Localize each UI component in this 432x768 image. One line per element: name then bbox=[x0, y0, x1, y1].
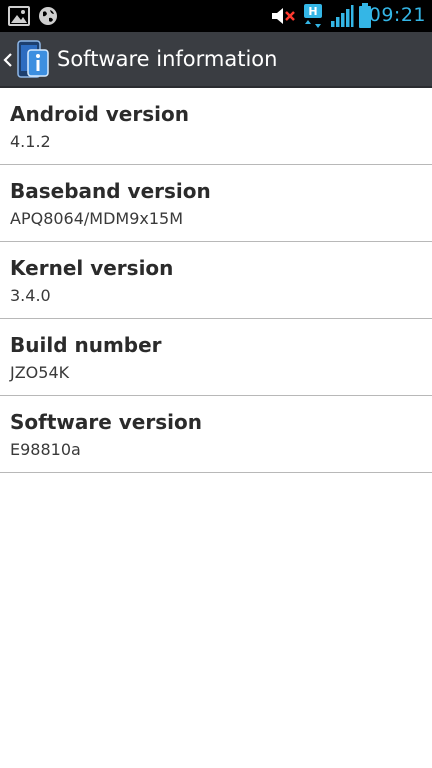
action-bar: Software information bbox=[0, 32, 432, 88]
page-title: Software information bbox=[57, 47, 278, 71]
info-device-icon bbox=[16, 40, 50, 84]
network-type-label: H bbox=[308, 5, 317, 18]
network-h-icon: H bbox=[302, 3, 324, 33]
signal-icon bbox=[330, 4, 354, 32]
item-title: Kernel version bbox=[10, 256, 174, 280]
status-bar: H 09:21 bbox=[0, 0, 432, 32]
item-value: JZO54K bbox=[10, 363, 70, 382]
gallery-icon bbox=[8, 6, 30, 30]
item-title: Build number bbox=[10, 333, 162, 357]
volume-mute-icon bbox=[270, 5, 296, 31]
list-item-build-number: Build number JZO54K bbox=[0, 319, 432, 396]
list-item-kernel-version: Kernel version 3.4.0 bbox=[0, 242, 432, 319]
list-item-software-version: Software version E98810a bbox=[0, 396, 432, 473]
item-value: E98810a bbox=[10, 440, 81, 459]
software-info-list: Android version 4.1.2 Baseband version A… bbox=[0, 88, 432, 473]
item-title: Baseband version bbox=[10, 179, 211, 203]
back-button[interactable] bbox=[0, 32, 50, 88]
list-item-baseband-version: Baseband version APQ8064/MDM9x15M bbox=[0, 165, 432, 242]
chevron-left-icon bbox=[3, 52, 13, 71]
item-value: 3.4.0 bbox=[10, 286, 51, 305]
item-value: 4.1.2 bbox=[10, 132, 51, 151]
item-title: Software version bbox=[10, 410, 202, 434]
list-item-android-version: Android version 4.1.2 bbox=[0, 88, 432, 165]
clock-time: 09:21 bbox=[368, 4, 426, 26]
item-title: Android version bbox=[10, 102, 189, 126]
globe-icon bbox=[38, 6, 58, 30]
item-value: APQ8064/MDM9x15M bbox=[10, 209, 184, 228]
